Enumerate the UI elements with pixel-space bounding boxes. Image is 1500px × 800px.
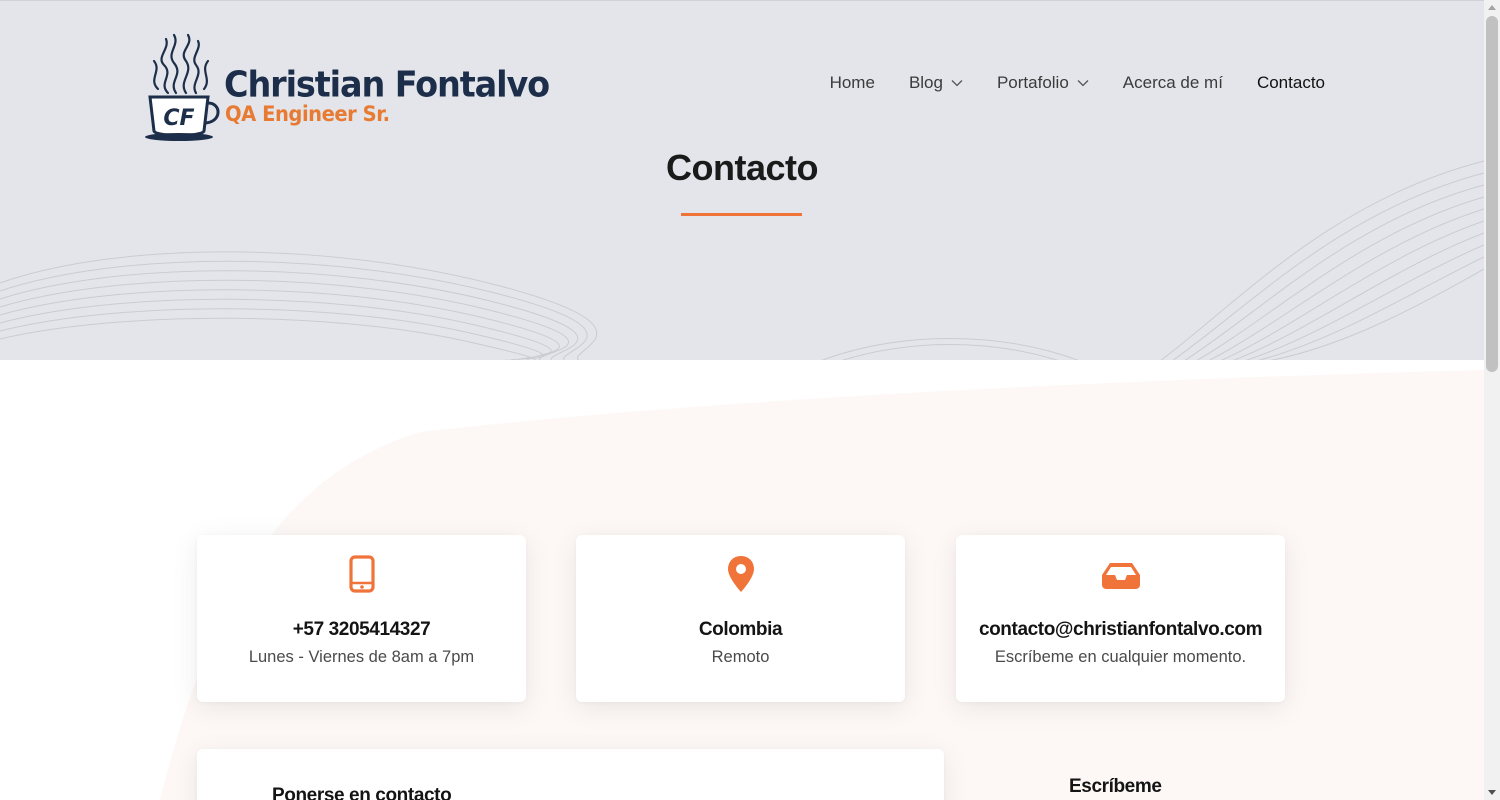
inbox-icon: [1101, 563, 1140, 589]
location-mode: Remoto: [711, 648, 770, 666]
phone-number[interactable]: +57 3205414327: [197, 619, 526, 641]
nav-item-portafolio[interactable]: Portafolio: [997, 73, 1089, 93]
nav-item-acerca[interactable]: Acerca de mí: [1123, 73, 1223, 93]
nav-item-label: Home: [829, 73, 875, 92]
coffee-cup-logo-icon: CF: [145, 33, 220, 141]
page-header: CF Christian Fontalvo QA Engineer Sr. Ho…: [0, 0, 1484, 360]
svg-text:CF: CF: [163, 106, 194, 131]
contact-card-phone: +57 3205414327 Lunes - Viernes de 8am a …: [197, 535, 526, 702]
location-country: Colombia: [698, 619, 783, 640]
nav-item-contacto[interactable]: Contacto: [1257, 73, 1325, 93]
email-address[interactable]: contacto@christianfontalvo.com: [956, 619, 1285, 641]
phone-hours: Lunes - Viernes de 8am a 7pm: [248, 648, 475, 666]
nav-item-home[interactable]: Home: [830, 73, 875, 93]
chevron-down-icon: [1077, 80, 1089, 87]
logo-name: Christian Fontalvo: [224, 64, 550, 106]
mobile-phone-icon: [348, 555, 375, 593]
contact-card-email: contacto@christianfontalvo.com Escríbeme…: [956, 535, 1285, 702]
nav-item-label: Portafolio: [996, 73, 1069, 92]
scroll-down-arrow-icon[interactable]: [1488, 790, 1496, 795]
contact-card-location: Colombia Remoto: [576, 535, 905, 702]
nav-item-label: Acerca de mí: [1122, 73, 1223, 92]
logo-role: QA Engineer Sr.: [225, 102, 390, 126]
nav-item-label: Contacto: [1256, 73, 1325, 92]
title-underline: [681, 213, 802, 216]
page-title: Contacto: [666, 147, 819, 188]
main-nav: Home Blog Portafolio Acerca de mí Contac…: [830, 73, 1325, 93]
site-logo[interactable]: CF Christian Fontalvo QA Engineer Sr.: [144, 31, 550, 143]
scroll-up-arrow-icon[interactable]: [1488, 5, 1496, 10]
contact-form-card: Ponerse en contacto: [197, 749, 944, 800]
chevron-down-icon: [951, 80, 963, 87]
scrollbar-thumb[interactable]: [1486, 16, 1498, 372]
nav-item-blog[interactable]: Blog: [909, 73, 963, 93]
email-note: Escríbeme en cualquier momento.: [994, 648, 1247, 666]
page-scrollbar[interactable]: [1484, 0, 1500, 800]
side-title: Escríbeme: [1069, 776, 1162, 797]
form-title: Ponerse en contacto: [272, 785, 452, 800]
map-pin-icon: [727, 556, 754, 592]
nav-item-label: Blog: [908, 73, 943, 92]
